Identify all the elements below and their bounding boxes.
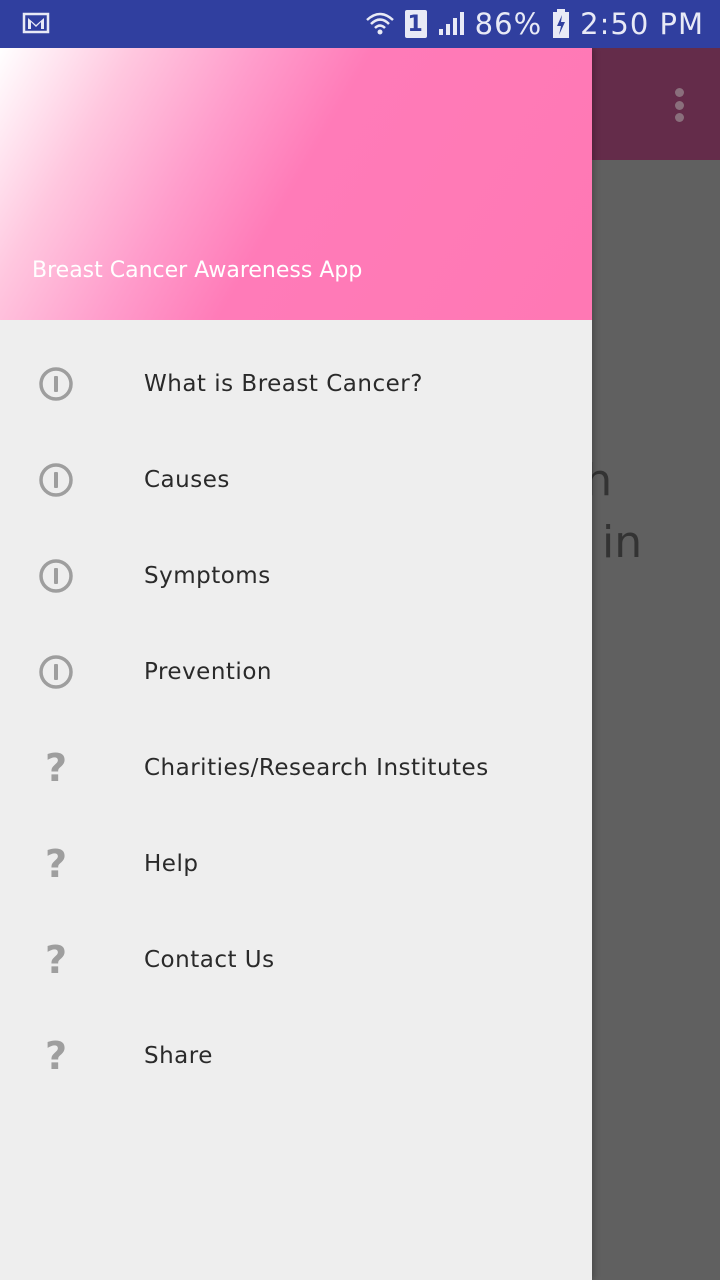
menu-item-label: Charities/Research Institutes	[144, 755, 489, 781]
sim-icon: 1	[404, 10, 427, 38]
menu-item-causes[interactable]: Causes	[0, 432, 592, 528]
status-icons: 1 86% 2:50 PM	[365, 0, 704, 48]
menu-item-contact-us[interactable]: ? Contact Us	[0, 912, 592, 1008]
signal-icon	[437, 11, 465, 37]
sim-number: 1	[407, 11, 424, 37]
menu-item-label: Help	[144, 851, 199, 877]
info-icon	[38, 654, 74, 690]
overflow-menu-icon[interactable]	[674, 88, 684, 122]
info-icon	[38, 366, 74, 402]
menu-item-label: Symptoms	[144, 563, 271, 589]
info-icon	[38, 462, 74, 498]
info-icon	[38, 558, 74, 594]
help-icon: ?	[44, 1034, 68, 1078]
menu-item-help[interactable]: ? Help	[0, 816, 592, 912]
menu-item-label: What is Breast Cancer?	[144, 371, 423, 397]
clock: 2:50 PM	[580, 7, 704, 41]
gmail-icon	[22, 10, 50, 36]
drawer-menu: What is Breast Cancer? Causes Symptoms P…	[0, 320, 592, 1104]
menu-item-label: Share	[144, 1043, 213, 1069]
battery-percent: 86%	[474, 7, 543, 41]
menu-item-symptoms[interactable]: Symptoms	[0, 528, 592, 624]
wifi-icon	[365, 10, 395, 38]
help-icon: ?	[44, 938, 68, 982]
menu-item-label: Prevention	[144, 659, 272, 685]
menu-item-what-is-breast-cancer[interactable]: What is Breast Cancer?	[0, 336, 592, 432]
help-icon: ?	[44, 746, 68, 790]
navigation-drawer: Breast Cancer Awareness App What is Brea…	[0, 48, 592, 1280]
drawer-header-title: Breast Cancer Awareness App	[32, 258, 363, 283]
menu-item-share[interactable]: ? Share	[0, 1008, 592, 1104]
menu-item-label: Contact Us	[144, 947, 275, 973]
help-icon: ?	[44, 842, 68, 886]
drawer-header: Breast Cancer Awareness App	[0, 48, 592, 320]
battery-charging-icon	[552, 9, 570, 39]
background-text-line-2: in	[602, 517, 643, 568]
status-bar: 1 86% 2:50 PM	[0, 0, 720, 48]
menu-item-charities-research-institutes[interactable]: ? Charities/Research Institutes	[0, 720, 592, 816]
menu-item-prevention[interactable]: Prevention	[0, 624, 592, 720]
menu-item-label: Causes	[144, 467, 230, 493]
screen: 1 86% 2:50 PM in Breast Cancer Awareness…	[0, 0, 720, 1280]
